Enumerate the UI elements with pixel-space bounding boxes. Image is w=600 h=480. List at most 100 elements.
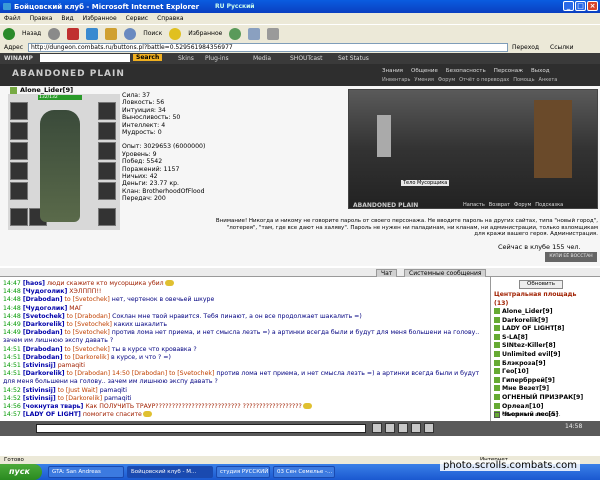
mail-icon[interactable] xyxy=(248,27,261,40)
chat-author[interactable]: [Чудоголик] xyxy=(23,288,68,295)
user-list-item[interactable]: SINtez-Killer[8] xyxy=(494,342,583,351)
scene-hint[interactable]: Подсказка xyxy=(535,202,563,208)
history-icon[interactable] xyxy=(229,27,242,40)
winamp-plugins[interactable]: Plug-ins xyxy=(205,55,229,62)
chat-author[interactable]: [stivinsij] xyxy=(23,362,56,369)
start-button[interactable]: пуск xyxy=(0,464,42,480)
weapon-slot[interactable] xyxy=(10,142,28,160)
user-list-item[interactable]: ОГНЕНЫЙ ПРИЗРАК[9] xyxy=(494,393,583,403)
winamp-shoutcast[interactable]: SHOUTcast xyxy=(290,55,323,62)
shield-slot[interactable] xyxy=(98,162,116,180)
chat-author[interactable]: [чокнутая тварь] xyxy=(23,403,84,410)
print-icon[interactable] xyxy=(267,27,280,40)
helmet-slot[interactable] xyxy=(10,102,28,120)
nav-skills[interactable]: Умения xyxy=(414,77,433,83)
winamp-set-status[interactable]: Set Status xyxy=(338,55,369,62)
smiles-button[interactable] xyxy=(398,423,408,433)
chat-author[interactable]: [Чудоголик] xyxy=(23,305,68,312)
settings-button[interactable] xyxy=(424,423,434,433)
chat-author[interactable]: [Drabodan] xyxy=(23,346,63,353)
user-list-item[interactable]: Darkorelik[9] xyxy=(494,316,583,326)
user-list-item[interactable]: LADY OF LIGHT[8] xyxy=(494,325,583,334)
filter-button[interactable] xyxy=(411,423,421,433)
ring-slot-1[interactable] xyxy=(10,208,28,226)
forward-arrow-icon[interactable] xyxy=(48,27,61,40)
maximize-button[interactable]: □ xyxy=(575,1,586,11)
chat-author[interactable]: [stivinsij] xyxy=(23,387,56,394)
address-input[interactable]: http://dungeon.combats.ru/buttons.pl?bat… xyxy=(28,43,508,52)
pants-slot[interactable] xyxy=(98,182,116,200)
chat-author[interactable]: [haos] xyxy=(23,280,45,287)
auto-refresh-checkbox[interactable] xyxy=(494,412,500,419)
amulet-slot[interactable] xyxy=(98,122,116,140)
chat-author[interactable]: [Svetochek] xyxy=(23,313,65,320)
menu-tools[interactable]: Сервис xyxy=(126,15,148,24)
user-list-item[interactable]: S-LA[8] xyxy=(494,333,583,343)
menu-file[interactable]: Файл xyxy=(4,15,21,24)
favorites-star-icon[interactable] xyxy=(169,27,182,40)
tab-chat[interactable]: Чат xyxy=(376,269,398,277)
armor-slot[interactable] xyxy=(10,162,28,180)
nav-knowledge[interactable]: Знания xyxy=(382,68,403,74)
chat-author[interactable]: [Drabodan] xyxy=(23,329,63,336)
home-icon[interactable] xyxy=(105,27,118,40)
search-icon[interactable] xyxy=(124,27,137,40)
clear-button[interactable] xyxy=(385,423,395,433)
nav-help[interactable]: Помощь xyxy=(513,77,534,83)
menu-favorites[interactable]: Избранное xyxy=(83,15,117,24)
chat-author[interactable]: [stivinsij] xyxy=(23,395,56,402)
user-list-item[interactable]: Блэкроза[9] xyxy=(494,359,583,369)
nav-transfers[interactable]: Отчёт о переводах xyxy=(459,77,509,83)
chat-recipient[interactable]: to [Drabodan] xyxy=(67,313,110,320)
gloves-slot[interactable] xyxy=(98,142,116,160)
chat-author[interactable]: [Darkorelik] xyxy=(23,321,65,328)
nav-profile[interactable]: Анкета xyxy=(539,77,558,83)
user-list-item[interactable]: Unlimited evil[9] xyxy=(494,350,583,360)
chat-recipient[interactable]: to [Svetochek] xyxy=(67,321,112,328)
chat-recipient[interactable]: to [Darkorelik] xyxy=(58,395,103,402)
menu-edit[interactable]: Правка xyxy=(30,15,53,24)
back-arrow-icon[interactable] xyxy=(3,27,15,40)
auto-refresh[interactable]: Обновлять автомат. xyxy=(494,411,561,420)
chat-recipient[interactable]: to [Darkorelik] xyxy=(65,354,110,361)
task-music[interactable]: 03 Сен Семелье -... xyxy=(273,466,335,478)
user-list-item[interactable]: Мне Везет[9] xyxy=(494,385,583,394)
nav-exit[interactable]: Выход xyxy=(531,68,550,74)
task-browser[interactable]: Бойцовский клуб - М... xyxy=(127,466,213,478)
language-indicator[interactable]: RU Русский xyxy=(215,3,254,10)
nav-inventory[interactable]: Инвентарь xyxy=(382,77,410,83)
minimize-button[interactable]: _ xyxy=(563,1,574,11)
scene-forum[interactable]: Форум xyxy=(514,202,531,208)
task-studio[interactable]: студия РУССКИЙ СТ... xyxy=(216,466,270,478)
chat-author[interactable]: [Darkorelik] xyxy=(23,370,65,377)
menu-help[interactable]: Справка xyxy=(157,15,183,24)
winamp-search-button[interactable]: Search xyxy=(133,54,163,61)
user-list-item[interactable]: Alone_Lider[9] xyxy=(494,308,583,317)
nav-character[interactable]: Персонаж xyxy=(494,68,523,74)
chat-author[interactable]: [LADY OF LIGHT] xyxy=(23,411,81,418)
winamp-skins[interactable]: Skins xyxy=(178,55,194,62)
close-button[interactable]: × xyxy=(587,1,598,11)
links-button[interactable]: Ссылки xyxy=(550,44,574,51)
stop-icon[interactable] xyxy=(67,27,80,40)
nav-security[interactable]: Безопасность xyxy=(446,68,486,74)
earring-slot[interactable] xyxy=(98,102,116,120)
task-gta[interactable]: GTA: San Andreas xyxy=(48,466,124,478)
menu-view[interactable]: Вид xyxy=(61,15,73,24)
chat-recipient[interactable]: to [Svetochek] xyxy=(65,296,110,303)
location-scene[interactable]: Тело Мусорщика ABANDONED PLAIN Напасть В… xyxy=(348,89,598,209)
user-list-item[interactable]: Гипербррей[9] xyxy=(494,376,583,386)
scene-return[interactable]: Возврат xyxy=(489,202,510,208)
send-button[interactable] xyxy=(372,423,382,433)
user-list-item[interactable]: Орлеал[10] xyxy=(494,402,583,412)
winamp-search-input[interactable] xyxy=(40,54,130,62)
chat-recipient[interactable]: to [Just Wait] xyxy=(58,387,98,394)
ad-banner[interactable]: КУПИ ЕЁ ВОССТАН xyxy=(545,252,597,262)
chat-recipient[interactable]: to [Drabodan] 14:50 [Drabodan] to [Sveto… xyxy=(67,370,215,377)
refresh-button[interactable]: Обновить xyxy=(519,280,563,289)
back-button[interactable]: Назад xyxy=(22,30,41,37)
chat-recipient[interactable]: to [Svetochek] xyxy=(65,329,110,336)
user-list-item[interactable]: Гео[10] xyxy=(494,368,583,377)
go-button[interactable]: Переход xyxy=(512,44,539,51)
refresh-icon[interactable] xyxy=(86,27,99,40)
